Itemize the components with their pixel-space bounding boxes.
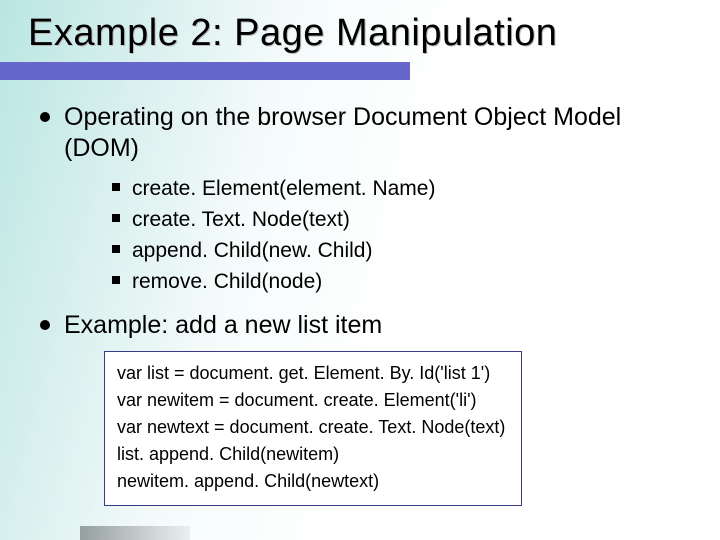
slide-title: Example 2: Page Manipulation [28, 12, 557, 55]
content-area: Operating on the browser Document Object… [40, 102, 690, 506]
bullet-text: Operating on the browser Document Object… [64, 102, 690, 165]
bullet-square-icon [112, 214, 120, 222]
bullet-square-icon [112, 183, 120, 191]
code-line: var newtext = document. create. Text. No… [117, 414, 509, 441]
code-line: var newitem = document. create. Element(… [117, 387, 509, 414]
bullet-text: append. Child(new. Child) [132, 237, 372, 264]
bullet-level1: Example: add a new list item [40, 310, 690, 341]
bullet-square-icon [112, 276, 120, 284]
title-underline [0, 62, 410, 80]
bullet-level1: Operating on the browser Document Object… [40, 102, 690, 165]
bullet-level2: create. Element(element. Name) [112, 175, 690, 202]
bullet-dot-icon [40, 112, 50, 122]
code-line: newitem. append. Child(newtext) [117, 468, 509, 495]
code-box: var list = document. get. Element. By. I… [104, 351, 522, 506]
code-line: var list = document. get. Element. By. I… [117, 360, 509, 387]
bullet-level2: create. Text. Node(text) [112, 206, 690, 233]
bullet-text: remove. Child(node) [132, 268, 322, 295]
sublist: create. Element(element. Name) create. T… [112, 175, 690, 296]
bullet-text: create. Element(element. Name) [132, 175, 435, 202]
footer-shadow [80, 526, 190, 540]
bullet-dot-icon [40, 320, 50, 330]
slide: Example 2: Page Manipulation Operating o… [0, 0, 720, 540]
code-line: list. append. Child(newitem) [117, 441, 509, 468]
bullet-text: create. Text. Node(text) [132, 206, 350, 233]
bullet-text: Example: add a new list item [64, 310, 382, 341]
bullet-level2: remove. Child(node) [112, 268, 690, 295]
bullet-square-icon [112, 245, 120, 253]
bullet-level2: append. Child(new. Child) [112, 237, 690, 264]
